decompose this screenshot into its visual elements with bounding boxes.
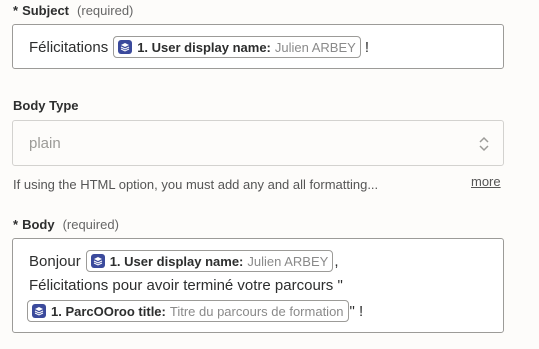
body-display-name-pill[interactable]: 1. User display name: Julien ARBEY [85,250,334,272]
body-type-value: plain [29,135,61,152]
body-input[interactable]: Bonjour 1. User display name: Julien ARB… [12,238,504,333]
subject-line: Félicitations 1. User display name: Juli… [29,36,369,58]
subject-label: * Subject (required) [13,3,134,18]
stack-app-icon [32,304,46,318]
stack-app-icon [90,254,105,268]
subject-input[interactable]: Félicitations 1. User display name: Juli… [12,24,504,69]
body-line-3: 1. ParcOOroo title: Titre du parcours de… [27,300,363,322]
body-course-title-pill[interactable]: 1. ParcOOroo title: Titre du parcours de… [27,300,349,322]
chevron-up-down-icon [479,136,489,152]
body-type-hint: If using the HTML option, you must add a… [13,177,379,192]
subject-display-name-pill[interactable]: 1. User display name: Julien ARBEY [113,36,361,58]
body-type-label: Body Type [13,98,79,113]
body-type-select[interactable]: plain [12,120,504,166]
body-label: * Body (required) [13,217,119,232]
more-link[interactable]: more [471,174,501,189]
stack-app-icon [118,40,133,54]
body-line-2: Félicitations pour avoir terminé votre p… [29,277,343,294]
body-line-1: Bonjour 1. User display name: Julien ARB… [29,250,338,272]
